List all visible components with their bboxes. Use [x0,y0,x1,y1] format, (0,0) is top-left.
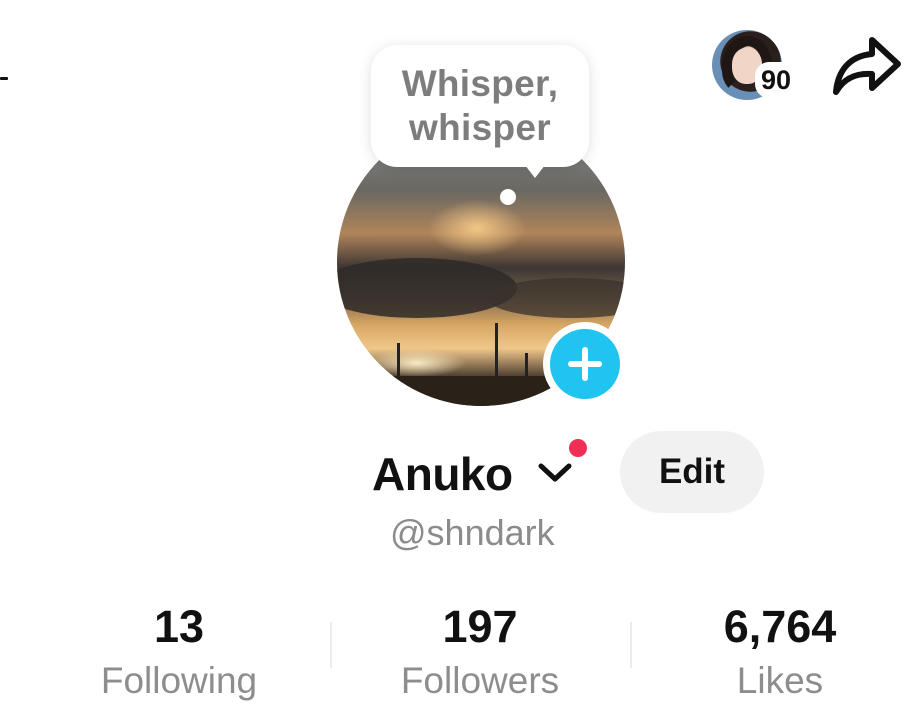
chevron-down-icon[interactable] [536,462,574,484]
following-label: Following [100,660,258,701]
followers-label: Followers [400,660,560,701]
add-icon [550,329,620,399]
profile-handle: @shndark [390,512,555,553]
edit-profile-button[interactable]: Edit [620,431,764,513]
bubble-dot [500,189,516,205]
stat-likes[interactable]: 6,764 Likes [630,600,916,704]
stat-following[interactable]: 13 Following [29,600,329,704]
add-photo-button[interactable] [543,322,627,406]
stat-followers[interactable]: 197 Followers [330,600,630,704]
likes-label: Likes [736,660,824,701]
share-icon[interactable] [832,34,902,98]
note-bubble[interactable]: Whisper, whisper [371,45,589,167]
followers-count: 197 [442,601,518,652]
profile-name: Anuko [372,448,513,500]
notification-dot [567,437,589,459]
back-arrow-icon[interactable] [0,77,8,80]
following-count: 13 [153,601,205,652]
note-text: Whisper, whisper [401,63,559,148]
likes-count: 6,764 [723,601,837,652]
story-count-badge: 90 [755,62,798,98]
bubble-tail [521,160,549,178]
